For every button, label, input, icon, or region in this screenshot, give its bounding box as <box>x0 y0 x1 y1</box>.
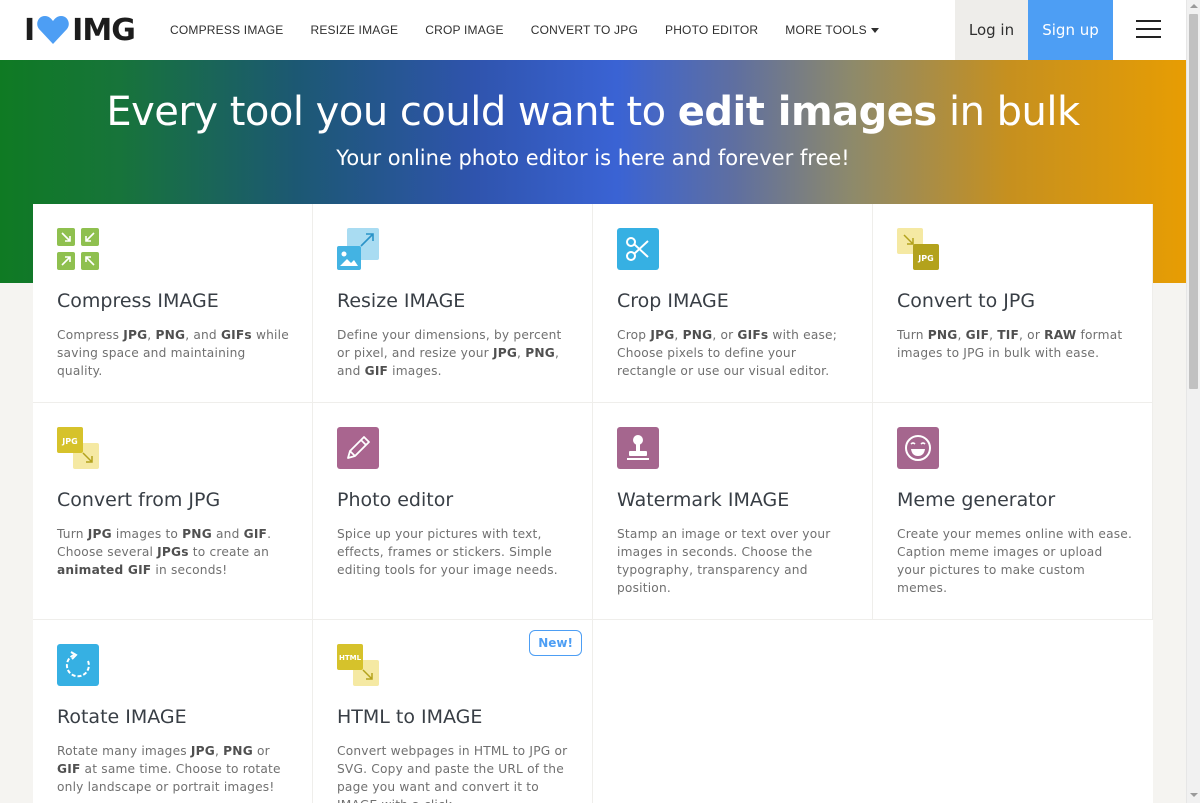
tool-card-convert-to-jpg[interactable]: JPG Convert to JPG Turn PNG, GIF, TIF, o… <box>873 204 1153 403</box>
tool-card-crop-image[interactable]: Crop IMAGE Crop JPG, PNG, or GIFs with e… <box>593 204 873 403</box>
nav-more-tools[interactable]: MORE TOOLS <box>785 23 879 37</box>
tool-card-convert-from-jpg[interactable]: JPG Convert from JPG Turn JPG images to … <box>33 403 313 620</box>
ilovimg-logo[interactable]: I IMG <box>24 13 136 48</box>
caret-down-icon <box>870 27 879 33</box>
signup-button[interactable]: Sign up <box>1028 0 1113 60</box>
scroll-up-icon[interactable] <box>1190 4 1198 8</box>
tool-title: Compress IMAGE <box>57 290 219 312</box>
tool-title: Convert from JPG <box>57 489 221 511</box>
nav-convert-to-jpg[interactable]: CONVERT TO JPG <box>531 23 638 37</box>
laughing-face-icon <box>897 427 939 469</box>
tool-title: Meme generator <box>897 489 1056 511</box>
tool-description: Compress JPG, PNG, and GIFs while saving… <box>57 328 289 378</box>
nav-crop-image[interactable]: CROP IMAGE <box>425 23 503 37</box>
tool-title: Watermark IMAGE <box>617 489 790 511</box>
tool-card-rotate-image[interactable]: Rotate IMAGE Rotate many images JPG, PNG… <box>33 620 313 803</box>
scroll-thumb[interactable] <box>1189 14 1198 389</box>
tool-card-meme-generator[interactable]: Meme generator Create your memes online … <box>873 403 1153 620</box>
tool-title: Resize IMAGE <box>337 290 466 312</box>
svg-text:HTML: HTML <box>339 654 362 662</box>
tool-description: Turn PNG, GIF, TIF, or RAW format images… <box>897 328 1123 360</box>
tool-description: Turn JPG images to PNG and GIF. Choose s… <box>57 527 272 577</box>
tool-title: Convert to JPG <box>897 290 1036 312</box>
hero-subtitle: Your online photo editor is here and for… <box>336 146 850 170</box>
convert-to-jpg-icon: JPG <box>897 228 939 270</box>
svg-text:JPG: JPG <box>917 254 933 263</box>
nav-compress-image[interactable]: COMPRESS IMAGE <box>170 23 283 37</box>
hamburger-menu-icon[interactable] <box>1136 20 1162 40</box>
tool-card-html-to-image[interactable]: HTML New! HTML to IMAGE Convert webpages… <box>313 620 593 803</box>
nav-photo-editor[interactable]: PHOTO EDITOR <box>665 23 758 37</box>
compress-icon <box>57 228 99 270</box>
tool-description: Rotate many images JPG, PNG or GIF at sa… <box>57 744 281 794</box>
new-badge: New! <box>529 630 582 656</box>
main-nav: COMPRESS IMAGE RESIZE IMAGE CROP IMAGE C… <box>170 0 906 60</box>
resize-icon <box>337 228 379 270</box>
page-scrollbar[interactable] <box>1186 0 1200 803</box>
tool-card-photo-editor[interactable]: Photo editor Spice up your pictures with… <box>313 403 593 620</box>
tool-title: HTML to IMAGE <box>337 706 483 728</box>
nav-resize-image[interactable]: RESIZE IMAGE <box>310 23 398 37</box>
svg-text:JPG: JPG <box>61 437 77 446</box>
scroll-down-icon[interactable] <box>1190 793 1198 797</box>
tool-title: Crop IMAGE <box>617 290 729 312</box>
pencil-icon <box>337 427 379 469</box>
hero-title: Every tool you could want to edit images… <box>106 89 1080 135</box>
tool-description: Convert webpages in HTML to JPG or SVG. … <box>337 744 568 803</box>
tool-card-watermark-image[interactable]: Watermark IMAGE Stamp an image or text o… <box>593 403 873 620</box>
convert-from-jpg-icon: JPG <box>57 427 99 469</box>
rotate-icon <box>57 644 99 686</box>
tool-card-compress-image[interactable]: Compress IMAGE Compress JPG, PNG, and GI… <box>33 204 313 403</box>
scissors-icon <box>617 228 659 270</box>
tool-title: Photo editor <box>337 489 454 511</box>
tool-description: Stamp an image or text over your images … <box>617 527 831 595</box>
top-header: I IMG COMPRESS IMAGE RESIZE IMAGE CROP I… <box>0 0 1186 60</box>
login-button[interactable]: Log in <box>955 0 1028 60</box>
tool-card-resize-image[interactable]: Resize IMAGE Define your dimensions, by … <box>313 204 593 403</box>
tool-description: Create your memes online with ease. Capt… <box>897 527 1133 595</box>
tool-description: Spice up your pictures with text, effect… <box>337 527 558 577</box>
tool-description: Define your dimensions, by percent or pi… <box>337 328 562 378</box>
tools-grid: Compress IMAGE Compress JPG, PNG, and GI… <box>33 204 1153 803</box>
html-to-image-icon: HTML <box>337 644 379 686</box>
tool-description: Crop JPG, PNG, or GIFs with ease; Choose… <box>617 328 838 378</box>
tool-title: Rotate IMAGE <box>57 706 187 728</box>
heart-logo-icon <box>37 16 69 44</box>
stamp-icon <box>617 427 659 469</box>
